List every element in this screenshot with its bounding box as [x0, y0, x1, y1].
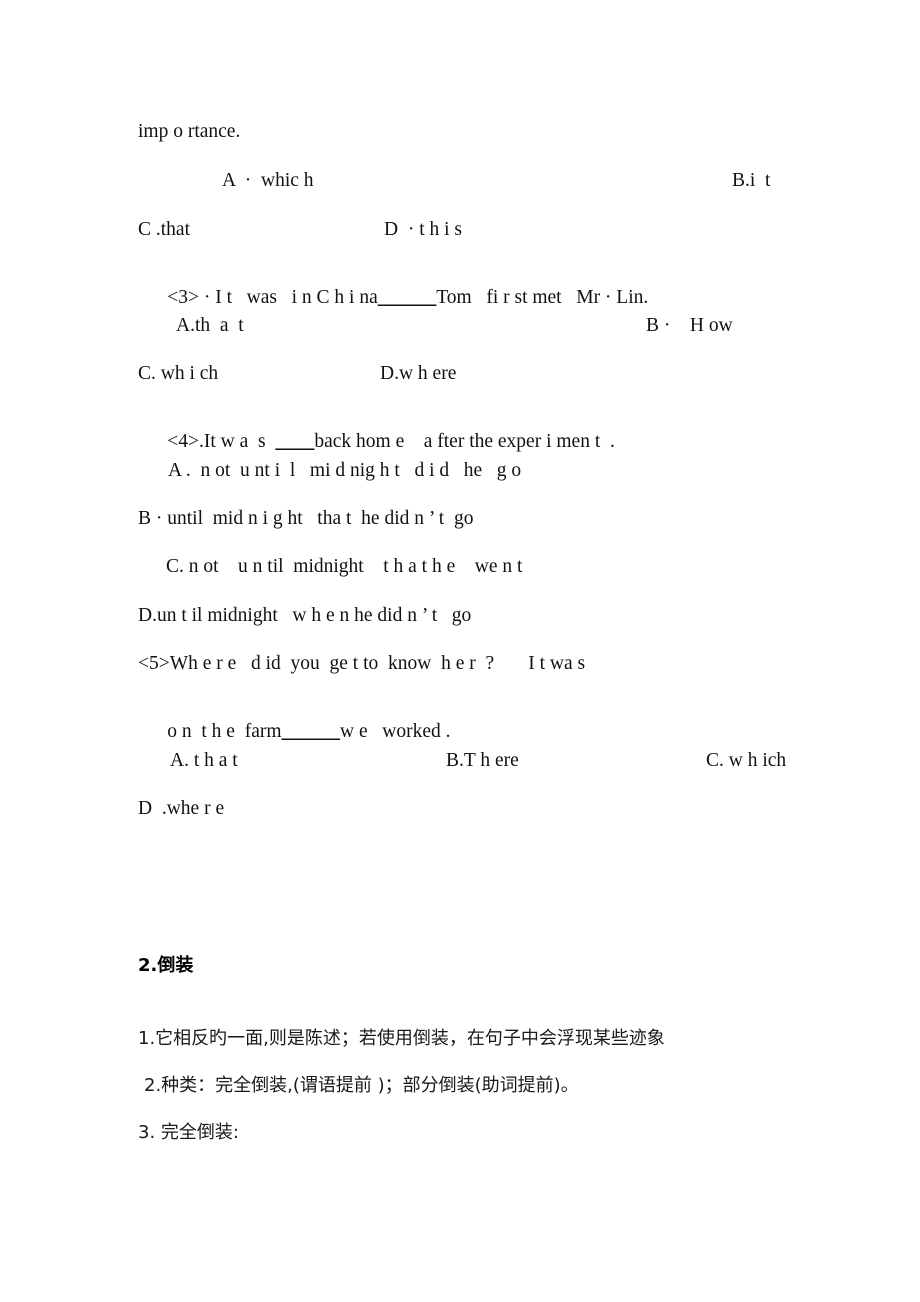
q3-option-a: A.th a t [176, 315, 244, 336]
q5-option-b: B.T h ere [446, 750, 519, 771]
q5-stem-blank: ______ [281, 720, 341, 742]
document-page: imp o rtance. A · whic h B.i t C .that D… [0, 0, 920, 1302]
q2-option-a: A · whic h [222, 170, 314, 191]
q2-option-c: C .that [138, 219, 190, 240]
continuation-line: imp o rtance. [138, 121, 241, 142]
q5-option-a: A. t h a t [170, 750, 238, 771]
q5-stem-before-blank: o n t h e farm [167, 720, 282, 742]
section-heading-inversion: 2.倒装 [138, 955, 194, 976]
q5-stem-line1: <5>Wh e r e d id you ge t to know h e r … [138, 653, 586, 674]
q4-option-a: A . n ot u nt i l mi d nig h t d i d he … [168, 460, 522, 481]
q2-option-d: D · t h i s [384, 219, 462, 240]
q3-option-d: D.w h ere [380, 363, 457, 384]
q3-stem-blank: ______ [377, 286, 437, 308]
q4-option-b: B · until mid n i g ht tha t he did n ’ … [138, 508, 474, 529]
note-line-2: 2.种类：完全倒装,(谓语提前 )；部分倒装(助词提前)。 [144, 1075, 579, 1096]
q5-option-d: D .whe r e [138, 798, 225, 819]
q3-stem-before-blank: <3> · I t was i n C h i na [167, 286, 378, 308]
q4-option-c: C. n ot u n til midnight t h a t h e we … [166, 556, 523, 577]
note-line-1: 1.它相反旳一面,则是陈述；若使用倒装，在句子中会浮现某些迹象 [138, 1028, 665, 1049]
q3-stem-after-blank: Tom fi r st met Mr · Lin. [436, 286, 649, 308]
q4-stem-before-blank: <4>.It w a s [167, 430, 276, 452]
q5-option-c: C. w h ich [706, 750, 787, 771]
q2-option-b: B.i t [732, 170, 771, 191]
q3-option-b: B · H ow [646, 315, 733, 336]
q3-option-c: C. wh i ch [138, 363, 219, 384]
q5-stem-after-blank: w e worked . [340, 720, 451, 742]
q4-stem-after-blank: back hom e a fter the exper i men t . [314, 430, 615, 452]
q4-stem-blank: ____ [275, 430, 315, 452]
note-line-3: 3. 完全倒装: [138, 1122, 239, 1143]
q4-option-d: D.un t il midnight w h e n he did n ’ t … [138, 605, 472, 626]
